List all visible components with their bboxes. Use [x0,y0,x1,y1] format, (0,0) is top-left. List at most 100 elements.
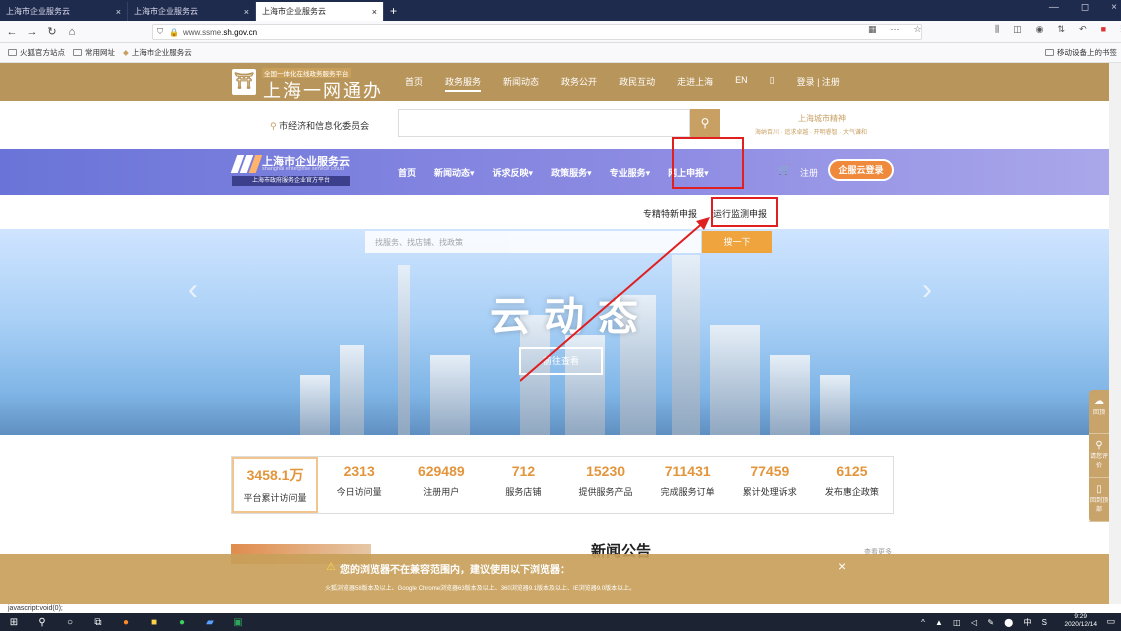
browser-tab-active[interactable]: 上海市企业服务云 × [256,2,384,21]
extension-icon[interactable]: ■ [1101,24,1106,35]
folder-icon [73,49,82,56]
lock-icon: 🔒 [169,27,179,37]
bookmark-label: 常用网址 [85,48,115,57]
windows-taskbar: ⊞ ⚲ ○ ⧉ ● ■ ● ▰ ▣ ^ ▲ ◫ ◁ ✎ ⬤ 中 S 9:29 20… [0,613,1121,631]
stat-label: 完成服务订单 [660,487,715,497]
nav-home[interactable]: 首页 [405,75,423,92]
sidebar-icon[interactable]: ◫ [1013,24,1022,35]
browser-tab[interactable]: 上海市企业服务云 × [0,2,128,21]
register-link[interactable]: 注册 [800,166,818,179]
new-tab-button[interactable]: + [390,2,397,21]
home-icon[interactable]: ⌂ [64,26,80,38]
excel-icon[interactable]: ▣ [224,617,252,628]
close-icon[interactable]: × [116,7,121,17]
location-selector[interactable]: ⚲ 市经济和信息化委员会 [270,119,369,132]
status-bar: javascript:void(0); [0,604,1121,613]
page-scrollbar[interactable] [1109,63,1121,604]
menu-appeal[interactable]: 诉求反映▾ [493,166,534,179]
clock-date: 2020/12/14 [1064,621,1097,628]
cart-icon[interactable]: 🛒 [778,165,790,176]
stat-label: 服务店铺 [505,487,542,497]
float-label: 回顶 [1092,410,1105,416]
cloud-logo-icon[interactable] [230,155,263,173]
firefox-icon[interactable]: ● [112,617,140,628]
cloud-login-button[interactable]: 企服云登录 [828,159,894,181]
star-icon[interactable]: ☆ [914,24,922,35]
close-icon[interactable]: × [372,7,377,17]
address-bar[interactable]: ⛉ 🔒 www.ssme. sh.gov.cn [152,24,922,40]
location-label: 市经济和信息化委员会 [279,121,370,131]
browser-tab[interactable]: 上海市企业服务云 × [128,2,256,21]
nav-gov-services[interactable]: 政务服务 [445,75,482,92]
more-icon[interactable]: ··· [891,24,900,35]
carousel-next-icon[interactable]: › [922,273,932,307]
search-icon: ⚲ [1095,440,1103,451]
library-icon[interactable]: ⫼ [995,24,999,35]
menu-pro-service[interactable]: 专业服务▾ [610,166,651,179]
leaf-icon: ◆ [123,48,129,57]
sync-icon[interactable]: ⇅ [1058,24,1066,35]
wechat-icon[interactable]: ● [168,617,196,628]
stat-item: 15230 提供服务产品 [565,457,647,513]
float-item-back-top[interactable]: ▯ 回到顶部 [1089,478,1109,522]
stat-value: 712 [511,463,536,479]
search-icon[interactable]: ⚲ [28,617,56,628]
bookmark-item[interactable]: 常用网址 [73,47,115,58]
qr-icon[interactable]: ▦ [868,24,877,35]
stat-value: 6125 [836,463,868,479]
float-item-top[interactable]: ☁ 回顶 [1089,390,1109,434]
floating-sidebar: ☁ 回顶 ⚲ 请您评价 ▯ 回到顶部 [1089,390,1109,522]
stat-label: 平台累计访问量 [243,493,307,503]
highlight-box-menu [672,137,744,189]
nav-news[interactable]: 新闻动态 [503,75,539,92]
stat-label: 今日访问量 [336,487,382,497]
meeting-icon[interactable]: ▰ [196,617,224,628]
menu-policy[interactable]: 政策服务▾ [551,166,592,179]
reload-icon[interactable]: ↻ [44,25,60,38]
carousel-prev-icon[interactable]: ‹ [188,273,198,307]
logo-title[interactable]: 上海一网通办 [263,77,383,103]
phone-icon: ▯ [1096,484,1102,495]
explorer-icon[interactable]: ■ [140,617,168,628]
browser-tab-strip: 上海市企业服务云 × 上海市企业服务云 × 上海市企业服务云 × + — ◻ × [0,0,1121,21]
nav-interaction[interactable]: 政民互动 [619,75,655,92]
close-icon[interactable]: × [244,7,249,17]
back-icon[interactable]: ← [4,26,20,38]
cortana-icon[interactable]: ○ [56,617,84,628]
task-view-icon[interactable]: ⧉ [84,617,112,628]
bookmark-label: 移动设备上的书签 [1057,48,1117,57]
nav-en[interactable]: EN [735,75,748,92]
forward-icon[interactable]: → [24,26,40,38]
system-tray[interactable]: ^ ▲ ◫ ◁ ✎ ⬤ 中 S [921,617,1051,628]
notification-icon[interactable]: ▭ [1106,616,1115,627]
search-button[interactable]: ⚲ [690,109,720,137]
search-row: ⚲ 市经济和信息化委员会 ⚲ 上海城市精神 海纳百川 · 追求卓越 · 开明睿智… [0,101,1109,149]
stat-item: 77459 累计处理诉求 [729,457,811,513]
login-register-link[interactable]: 登录 | 注册 [797,75,840,92]
nav-about[interactable]: 走进上海 [677,75,713,92]
url-prefix: www.ssme. [182,27,224,37]
window-close-icon[interactable]: × [1111,2,1117,13]
taskbar-clock[interactable]: 9:29 2020/12/14 [1064,613,1097,629]
minimize-icon[interactable]: — [1049,2,1059,13]
undo-icon[interactable]: ↶ [1079,24,1087,35]
warning-close-icon[interactable]: × [838,558,846,574]
highlight-box-submenu [711,197,778,227]
menu-home[interactable]: 首页 [398,166,416,179]
windows-start-icon[interactable]: ⊞ [0,617,28,628]
mobile-icon[interactable]: ▯ [770,75,775,92]
ime-indicator[interactable]: 中 [1023,618,1035,627]
maximize-icon[interactable]: ◻ [1081,2,1089,13]
cloud-icon: ☁ [1094,396,1104,407]
bookmark-item[interactable]: ◆ 上海市企业服务云 [123,47,192,58]
gov-logo-icon[interactable]: ⛩ [232,69,256,95]
account-icon[interactable]: ◉ [1036,24,1044,35]
menu-news[interactable]: 新闻动态▾ [434,166,475,179]
mobile-bookmarks[interactable]: 移动设备上的书签 [1045,47,1117,58]
tab-title: 上海市企业服务云 [134,7,198,16]
site-search-input[interactable] [398,109,690,137]
float-item-rate[interactable]: ⚲ 请您评价 [1089,434,1109,478]
nav-gov-open[interactable]: 政务公开 [561,75,597,92]
bookmark-item[interactable]: 火狐官方站点 [8,47,65,58]
float-label: 回到顶部 [1089,498,1108,513]
